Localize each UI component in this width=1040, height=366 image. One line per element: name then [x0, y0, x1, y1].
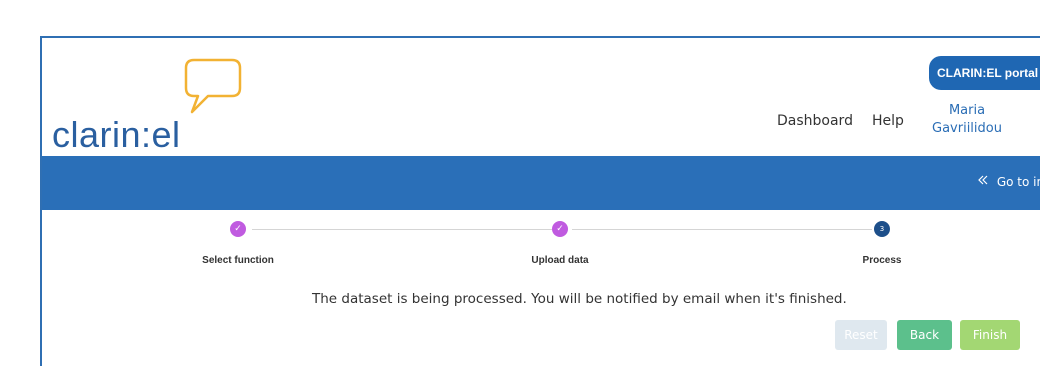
finish-button[interactable]: Finish	[960, 320, 1020, 350]
logo-text: clarin:el	[52, 114, 181, 155]
step-2-check-icon: ✓	[552, 221, 568, 237]
step-1-check-icon: ✓	[230, 221, 246, 237]
user-first-name: Maria	[948, 103, 986, 118]
double-chevron-left-icon	[978, 175, 988, 185]
step-2-label: Upload data	[531, 255, 589, 266]
step-connector	[572, 229, 872, 230]
step-3-number: 3	[874, 221, 890, 237]
blue-banner: Go to inv	[42, 156, 1040, 210]
clarin-logo[interactable]: clarin:el	[52, 56, 252, 156]
processing-message: The dataset is being processed. You will…	[312, 291, 847, 307]
clarin-portal-button[interactable]: CLARIN:EL portal ›	[929, 56, 1040, 90]
portal-button-label: CLARIN:EL portal	[937, 66, 1039, 80]
user-menu[interactable]: Maria Gavriilidou	[922, 102, 1012, 138]
nav-dashboard-link[interactable]: Dashboard	[777, 113, 853, 129]
step-1-label: Select function	[202, 255, 274, 266]
step-3-label: Process	[862, 255, 902, 266]
go-to-inventory-link[interactable]: Go to inv	[977, 174, 1040, 189]
speech-bubble-icon	[184, 58, 242, 114]
reset-button[interactable]: Reset	[835, 320, 887, 350]
user-last-name: Gavriilidou	[932, 121, 1002, 136]
go-to-label: Go to inv	[996, 175, 1040, 189]
step-connector	[252, 229, 552, 230]
back-button[interactable]: Back	[897, 320, 952, 350]
app-frame: clarin:el Dashboard Help Maria Gavriilid…	[40, 36, 1040, 366]
nav-help-link[interactable]: Help	[872, 113, 904, 129]
